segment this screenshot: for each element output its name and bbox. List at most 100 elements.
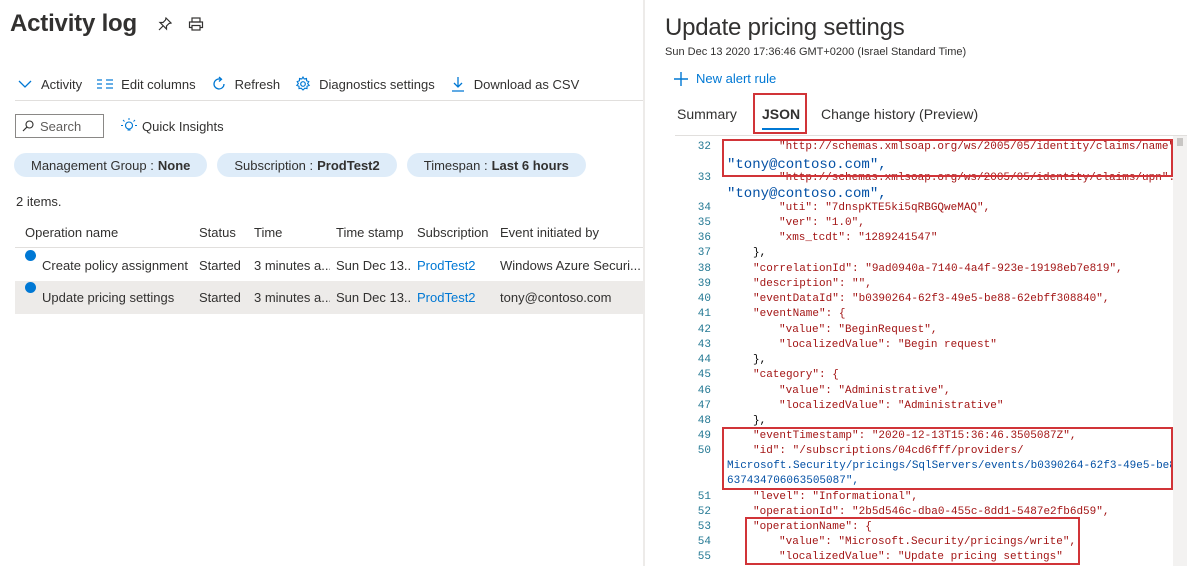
cell-subscription-link[interactable]: ProdTest2 — [417, 250, 476, 282]
line-number: 33 — [697, 172, 711, 184]
json-tab-highlight — [753, 93, 807, 134]
download-csv-label: Download as CSV — [473, 76, 580, 92]
json-line: "correlationId": "9ad0940a-7140-4a4f-923… — [753, 263, 1123, 275]
cell-timestamp: Sun Dec 13... — [336, 290, 412, 305]
print-icon[interactable] — [187, 15, 205, 33]
filter-timespan[interactable]: Timespan : Last 6 hours — [406, 153, 586, 177]
json-line: "eventTimestamp": "2020-12-13T15:36:46.3… — [753, 430, 1077, 442]
json-line: "tony@contoso.com", — [727, 157, 887, 173]
edit-columns-label: Edit columns — [121, 76, 196, 92]
json-line: "value": "Administrative", — [779, 385, 951, 397]
line-number: 52 — [697, 506, 711, 518]
column-header[interactable]: Time — [254, 218, 282, 248]
json-line: "level": "Informational", — [753, 491, 919, 503]
line-number: 55 — [697, 551, 711, 563]
cell-time: 3 minutes a... — [254, 258, 330, 273]
json-line: Microsoft.Security/pricings/SqlServers/e… — [727, 460, 1183, 472]
refresh-icon — [210, 75, 228, 93]
filter-label: Timespan : — [423, 157, 488, 173]
filter-subscription[interactable]: Subscription : ProdTest2 — [217, 153, 397, 177]
event-title: Update pricing settings — [665, 14, 905, 41]
json-line: "localizedValue": "Begin request" — [779, 339, 997, 351]
info-icon: i — [25, 250, 36, 261]
gear-icon — [294, 75, 312, 93]
json-line: "http://schemas.xmlsoap.org/ws/2005/05/i… — [779, 141, 1182, 153]
pin-icon[interactable] — [156, 15, 174, 33]
cell-time: 3 minutes a... — [254, 290, 330, 305]
json-scrollbar[interactable] — [1173, 136, 1187, 566]
line-number: 48 — [697, 415, 711, 427]
search-placeholder: Search — [40, 118, 82, 134]
activity-label: Activity — [41, 76, 83, 92]
line-number: 35 — [697, 217, 711, 229]
column-header[interactable]: Time stamp — [336, 218, 403, 248]
line-number: 41 — [697, 308, 711, 320]
toolbar-divider — [15, 100, 643, 101]
lightbulb-icon — [120, 117, 138, 135]
json-line: "value": "Microsoft.Security/pricings/wr… — [779, 536, 1077, 548]
column-header[interactable]: Operation name — [25, 218, 118, 248]
filter-pills: Management Group : None Subscription : Pro… — [14, 153, 596, 177]
cell-subscription-link[interactable]: ProdTest2 — [417, 282, 476, 314]
line-number: 46 — [697, 385, 711, 397]
plus-icon — [673, 71, 689, 89]
cell-timestamp: Sun Dec 13... — [336, 258, 412, 273]
cell-initiated-by: Windows Azure Securi... — [500, 258, 640, 273]
table-header: Operation name Status Time Time stamp Su… — [15, 218, 643, 248]
json-line: "eventDataId": "b0390264-62f3-49e5-be88-… — [753, 293, 1110, 305]
json-line: "http://schemas.xmlsoap.org/ws/2005/05/i… — [779, 172, 1176, 184]
json-line: "operationId": "2b5d546c-dba0-455c-8dd1-… — [753, 506, 1110, 518]
line-number: 36 — [697, 232, 711, 244]
chevron-down-icon — [16, 75, 34, 93]
new-alert-rule-button[interactable]: New alert rule — [673, 71, 776, 89]
search-input[interactable]: Search — [15, 114, 104, 138]
columns-icon — [96, 75, 114, 93]
diagnostics-settings-button[interactable]: Diagnostics settings — [294, 75, 435, 93]
filter-value: ProdTest2 — [317, 157, 380, 173]
line-number: 44 — [697, 354, 711, 366]
json-line: "operationName": { — [753, 521, 872, 533]
line-number: 45 — [697, 369, 711, 381]
activity-button[interactable]: Activity — [16, 75, 82, 93]
event-details-blade: Update pricing settings Sun Dec 13 2020 … — [645, 0, 1187, 566]
json-line: }, — [753, 415, 767, 427]
column-header[interactable]: Event initiated by — [500, 218, 599, 248]
line-number: 40 — [697, 293, 711, 305]
json-line: "value": "BeginRequest", — [779, 324, 938, 336]
edit-columns-button[interactable]: Edit columns — [96, 75, 196, 93]
cell-status: Started — [199, 258, 241, 273]
page-title: Activity log — [10, 10, 137, 37]
tab-summary[interactable]: Summary — [677, 102, 737, 126]
json-line: "tony@contoso.com", — [727, 186, 887, 202]
line-number: 42 — [697, 324, 711, 336]
line-number: 37 — [697, 247, 711, 259]
json-line: "localizedValue": "Administrative" — [779, 400, 1004, 412]
json-viewer[interactable]: 32 "http://schemas.xmlsoap.org/ws/2005/0… — [675, 135, 1187, 566]
download-icon — [449, 75, 467, 93]
json-line: "eventName": { — [753, 308, 846, 320]
json-line: "description": "", — [753, 278, 872, 290]
download-csv-button[interactable]: Download as CSV — [449, 75, 580, 93]
cell-operation[interactable]: Update pricing settings — [42, 282, 194, 314]
refresh-label: Refresh — [234, 76, 281, 92]
json-line: "ver": "1.0", — [779, 217, 865, 229]
filter-management-group[interactable]: Management Group : None — [14, 153, 208, 177]
json-line: }, — [753, 354, 767, 366]
filter-value: None — [157, 157, 191, 173]
column-header[interactable]: Status — [199, 218, 236, 248]
scrollbar-thumb[interactable] — [1177, 138, 1183, 146]
table-row-selected[interactable]: i Update pricing settings Started 3 minu… — [15, 282, 643, 314]
filter-value: Last 6 hours — [491, 157, 569, 173]
cell-operation[interactable]: Create policy assignment — [42, 250, 194, 282]
line-number: 53 — [697, 521, 711, 533]
quick-insights-button[interactable]: Quick Insights — [120, 117, 224, 135]
diagnostics-settings-label: Diagnostics settings — [319, 76, 435, 92]
tab-change-history[interactable]: Change history (Preview) — [821, 102, 978, 126]
line-number: 38 — [697, 263, 711, 275]
column-header[interactable]: Subscription — [417, 218, 489, 248]
line-number: 32 — [697, 141, 711, 153]
cell-initiated-by: tony@contoso.com — [500, 290, 612, 305]
event-timestamp: Sun Dec 13 2020 17:36:46 GMT+0200 (Israe… — [665, 46, 967, 58]
refresh-button[interactable]: Refresh — [210, 75, 281, 93]
table-row[interactable]: i Create policy assignment Started 3 min… — [15, 250, 643, 282]
